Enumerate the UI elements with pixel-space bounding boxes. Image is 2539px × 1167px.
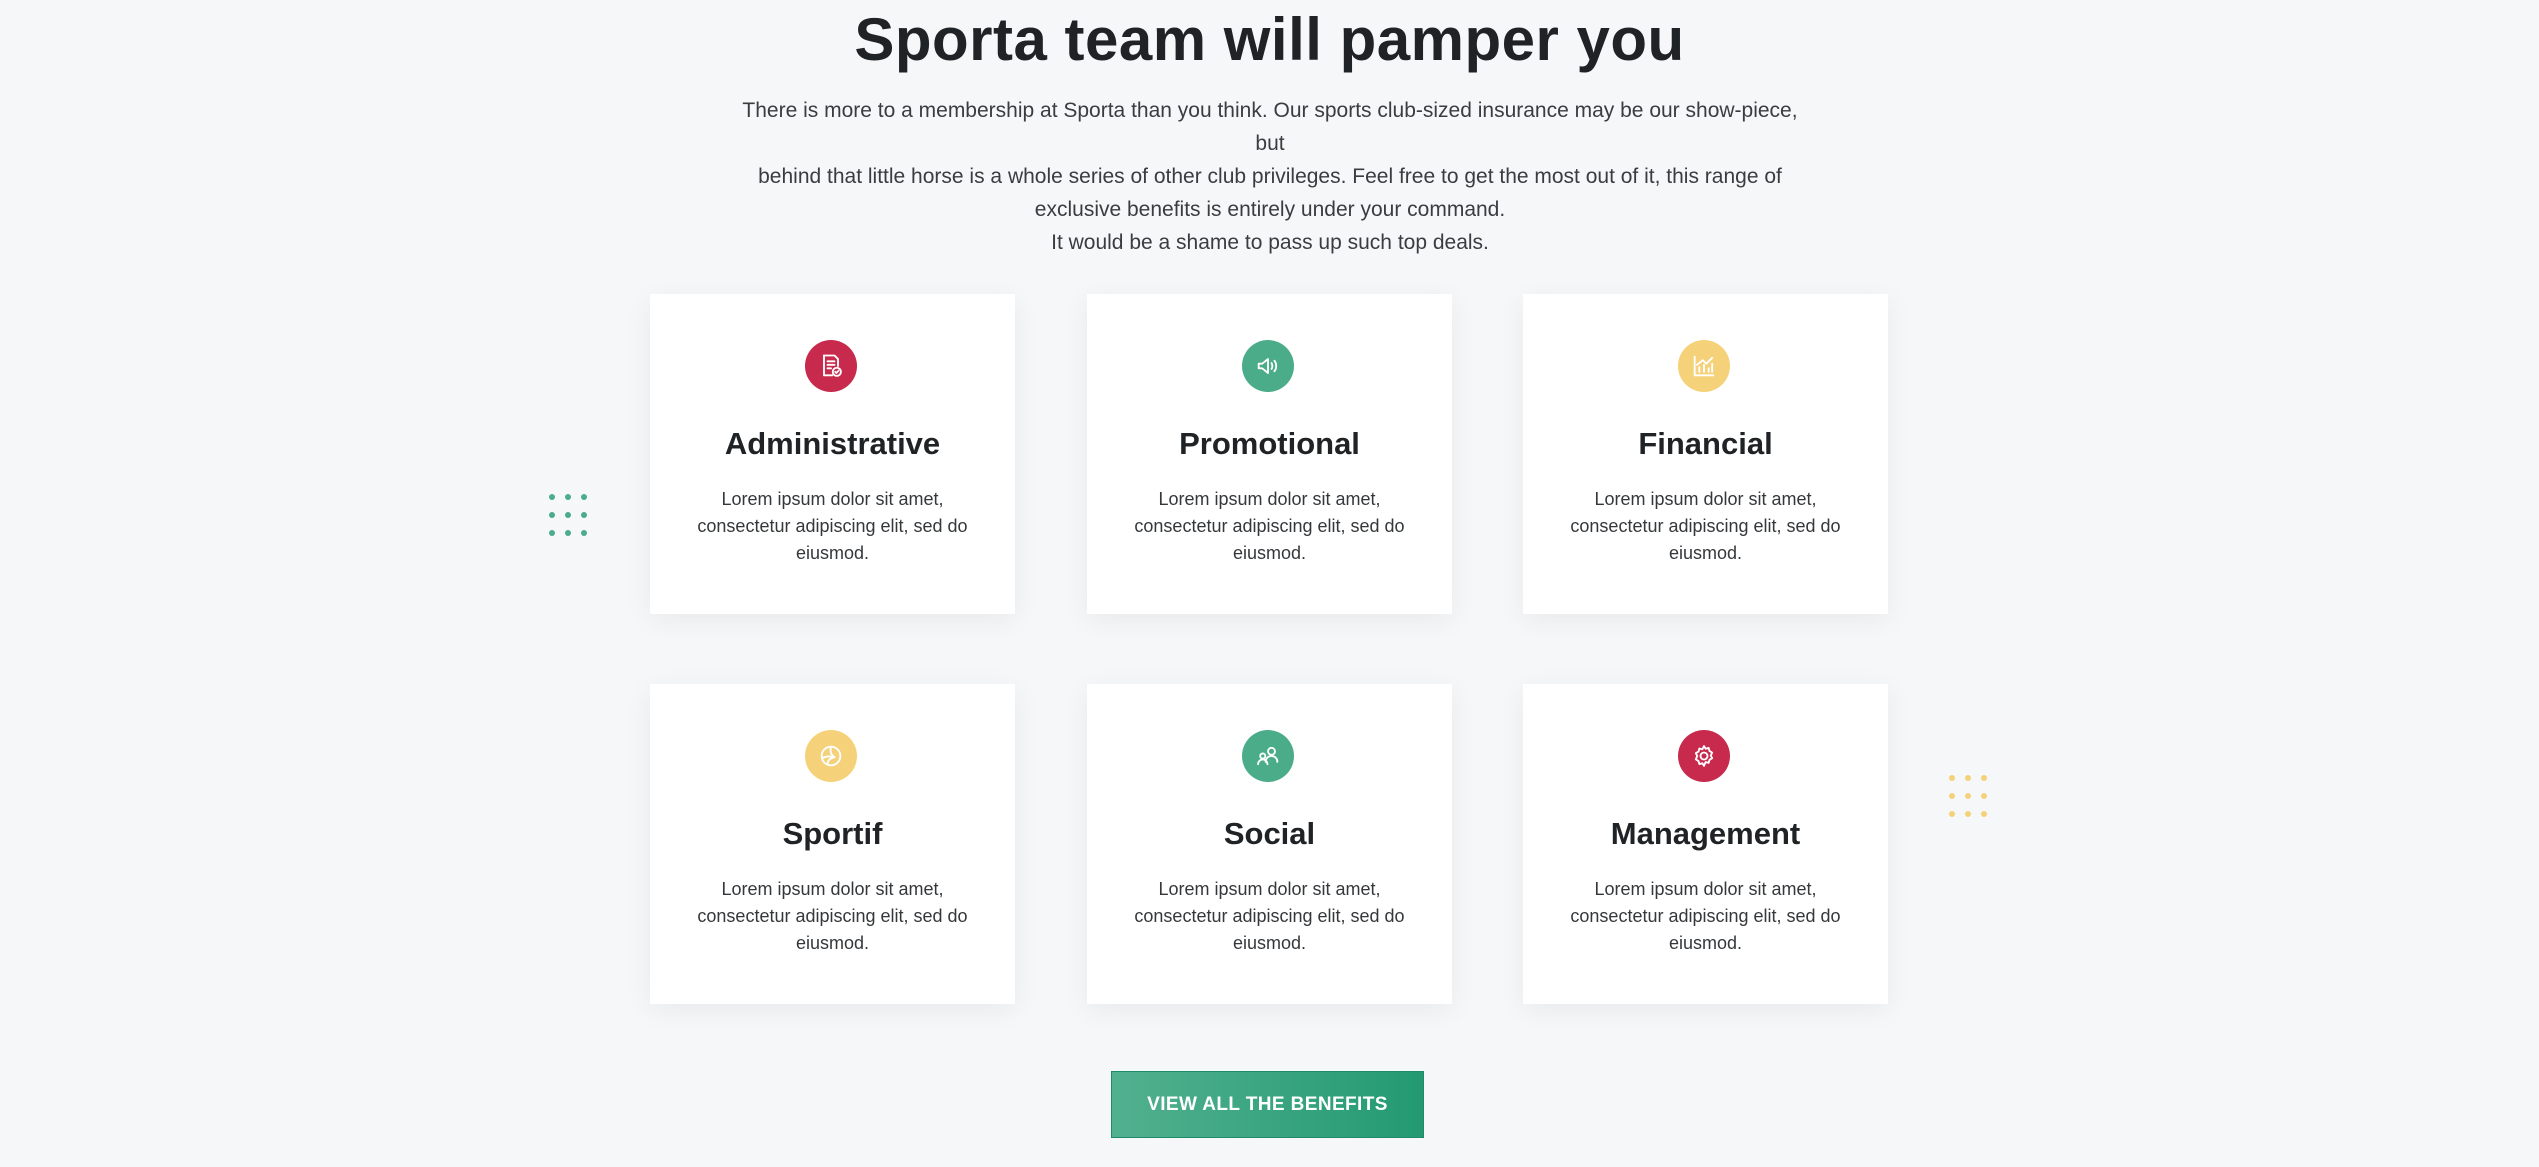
benefit-card-social[interactable]: Social Lorem ipsum dolor sit amet, conse… [1087, 684, 1452, 1004]
intro-line: exclusive benefits is entirely under you… [1034, 198, 1506, 221]
card-description: Lorem ipsum dolor sit amet, consectetur … [1570, 489, 1841, 563]
benefit-card-administrative[interactable]: Administrative Lorem ipsum dolor sit ame… [650, 294, 1015, 614]
card-description: Lorem ipsum dolor sit amet, consectetur … [1570, 879, 1841, 953]
card-description: Lorem ipsum dolor sit amet, consectetur … [697, 489, 968, 563]
decorative-dots-green [549, 494, 587, 536]
intro-line: It would be a shame to pass up such top … [1051, 231, 1489, 254]
benefit-card-management[interactable]: Management Lorem ipsum dolor sit amet, c… [1523, 684, 1888, 1004]
card-title: Financial [1638, 426, 1773, 461]
benefit-card-financial[interactable]: Financial Lorem ipsum dolor sit amet, co… [1523, 294, 1888, 614]
megaphone-icon [1242, 340, 1294, 392]
card-title: Social [1223, 816, 1316, 851]
card-title: Promotional [1179, 426, 1360, 461]
view-all-benefits-button[interactable]: VIEW ALL THE BENEFITS [1111, 1071, 1424, 1138]
benefits-section: Sporta team will pamper you There is mor… [0, 0, 2539, 1167]
users-icon [1242, 730, 1294, 782]
decorative-dots-yellow [1949, 775, 1987, 817]
page-title: Sporta team will pamper you [854, 6, 1685, 73]
gear-icon [1678, 730, 1730, 782]
card-title: Management [1610, 816, 1801, 851]
intro-text: There is more to a membership at Sporta … [735, 94, 1805, 259]
intro-line: There is more to a membership at Sporta … [742, 99, 1798, 155]
intro-line: behind that little horse is a whole seri… [758, 165, 1782, 188]
benefit-card-promotional[interactable]: Promotional Lorem ipsum dolor sit amet, … [1087, 294, 1452, 614]
document-check-icon [805, 340, 857, 392]
card-title: Administrative [724, 426, 941, 461]
card-title: Sportif [782, 816, 883, 851]
volleyball-icon [805, 730, 857, 782]
benefit-card-sportif[interactable]: Sportif Lorem ipsum dolor sit amet, cons… [650, 684, 1015, 1004]
card-description: Lorem ipsum dolor sit amet, consectetur … [697, 879, 968, 953]
card-description: Lorem ipsum dolor sit amet, consectetur … [1134, 879, 1405, 953]
card-description: Lorem ipsum dolor sit amet, consectetur … [1134, 489, 1405, 563]
chart-growth-icon [1678, 340, 1730, 392]
